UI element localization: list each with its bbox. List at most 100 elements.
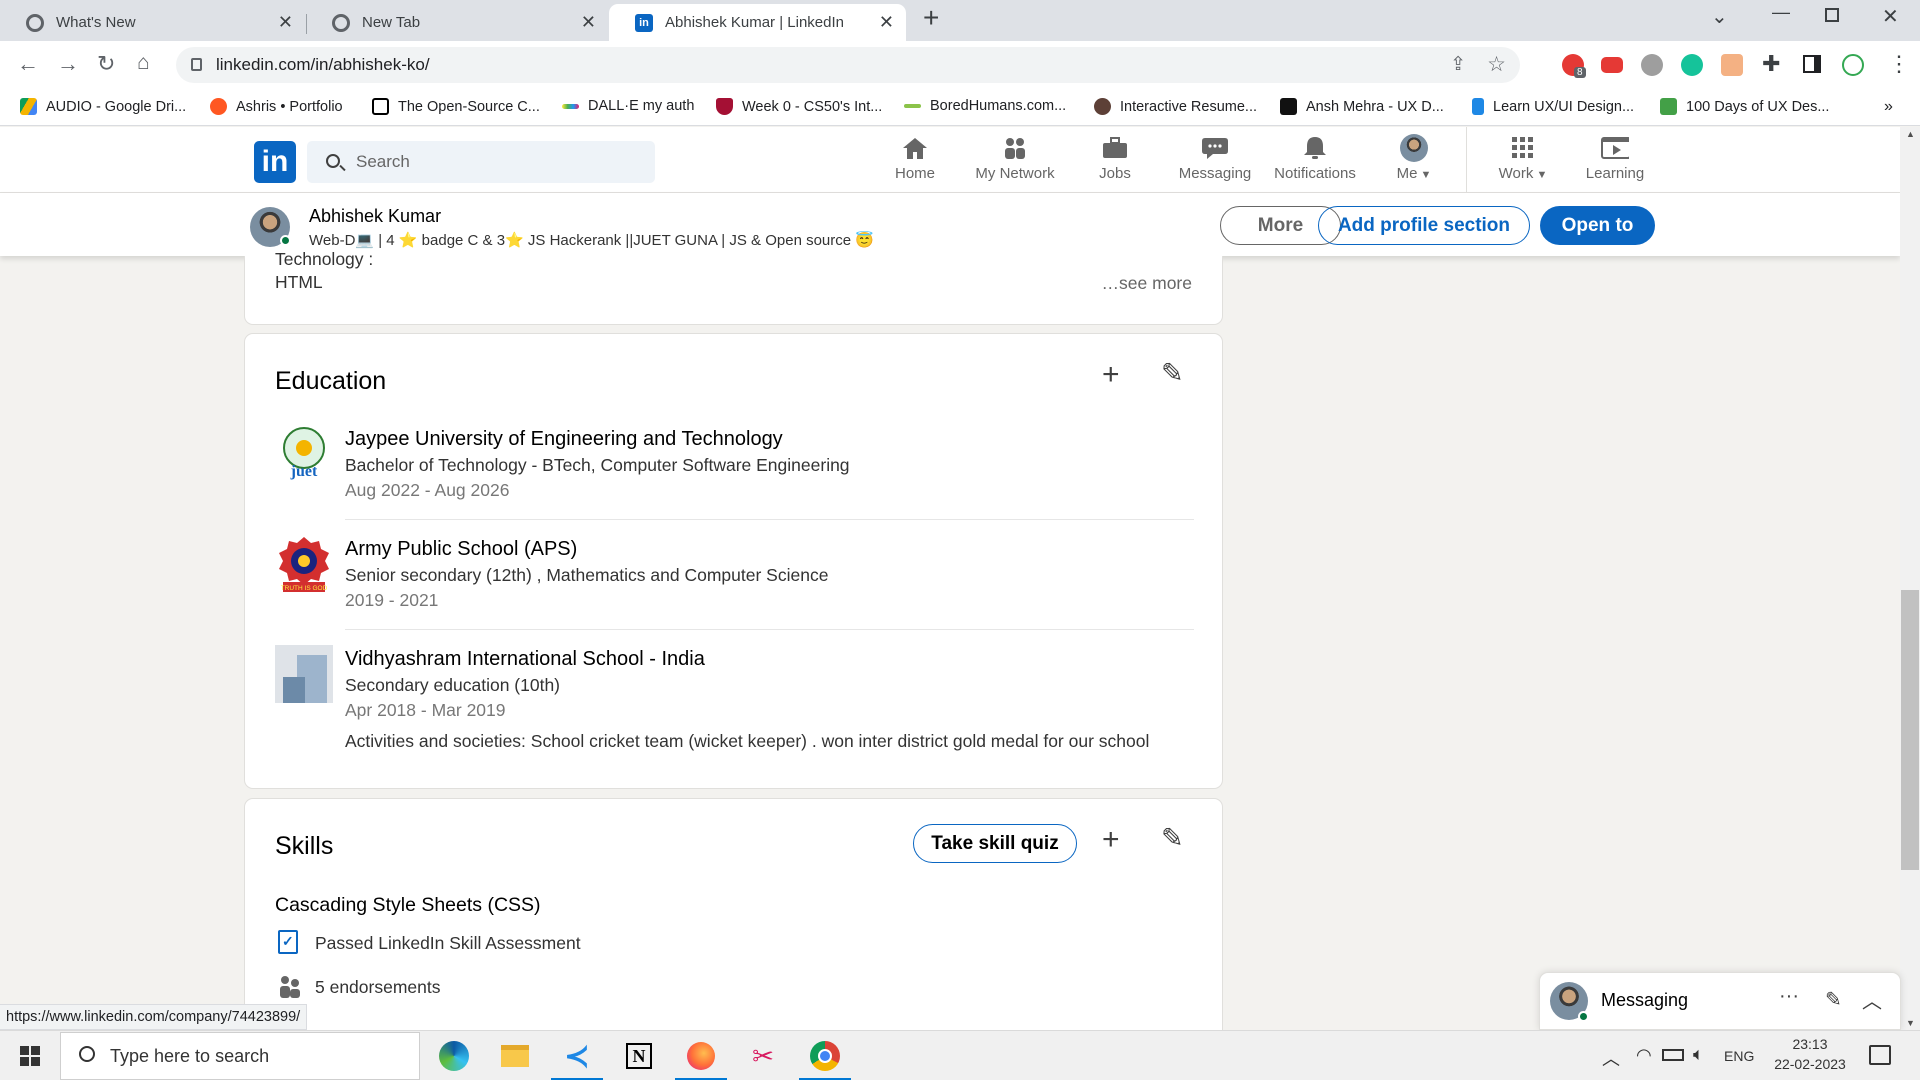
back-arrow-icon[interactable]: ←: [17, 51, 39, 77]
extension-grammarly-icon[interactable]: [1681, 54, 1703, 76]
degree-text: Bachelor of Technology - BTech, Computer…: [345, 455, 850, 475]
forward-arrow-icon[interactable]: →: [57, 51, 79, 77]
tab-new-tab[interactable]: New Tab ✕: [306, 4, 608, 41]
tab-title: New Tab: [362, 14, 421, 31]
bookmark-item[interactable]: Interactive Resume...: [1094, 98, 1257, 115]
extension-bug-icon[interactable]: [1641, 54, 1663, 76]
reload-icon[interactable]: ↻: [97, 51, 115, 77]
edit-pencil-icon[interactable]: ✎: [1161, 823, 1184, 854]
bookmark-item[interactable]: 100 Days of UX Des...: [1660, 98, 1829, 115]
close-window-icon[interactable]: ✕: [1882, 4, 1899, 29]
bookmark-item[interactable]: AUDIO - Google Dri...: [20, 98, 186, 115]
nav-home[interactable]: Home: [865, 135, 965, 182]
clock[interactable]: 23:13 22-02-2023: [1770, 1036, 1850, 1072]
restore-icon[interactable]: [1825, 8, 1839, 22]
close-tab-icon[interactable]: ✕: [879, 12, 894, 33]
bookmark-item[interactable]: Week 0 - CS50's Int...: [716, 98, 882, 115]
chevron-up-icon[interactable]: ︿: [1862, 985, 1882, 1014]
messaging-overlay[interactable]: Messaging ··· ✎ ︿: [1539, 972, 1901, 1030]
bell-icon: [1301, 135, 1329, 161]
extensions-puzzle-icon[interactable]: ✚: [1762, 51, 1780, 77]
windows-start-icon[interactable]: [0, 1031, 60, 1080]
nav-messaging[interactable]: Messaging: [1165, 135, 1265, 182]
tab-whats-new[interactable]: What's New ✕: [0, 4, 305, 41]
nav-me[interactable]: Me ▼: [1364, 134, 1464, 182]
school-name-link[interactable]: Vidhyashram International School - India: [345, 648, 1205, 671]
bookmark-item[interactable]: Ashris • Portfolio: [210, 98, 343, 115]
linkedin-logo[interactable]: in: [254, 141, 296, 183]
scroll-up-arrow-icon[interactable]: ▲: [1906, 129, 1915, 139]
side-panel-icon[interactable]: [1803, 55, 1821, 73]
notifications-center-icon[interactable]: [1869, 1045, 1891, 1065]
nav-notifications[interactable]: Notifications: [1265, 135, 1365, 182]
scrollbar-thumb[interactable]: [1901, 590, 1919, 870]
see-more-link[interactable]: …see more: [1102, 273, 1192, 294]
juet-logo[interactable]: juet: [275, 426, 333, 484]
tab-linkedin[interactable]: in Abhishek Kumar | LinkedIn ✕: [609, 4, 906, 41]
extension-youtube-icon[interactable]: [1601, 57, 1623, 73]
checkmark-icon: [1660, 98, 1677, 115]
edge-icon[interactable]: [424, 1031, 484, 1080]
bookmark-item[interactable]: DALL·E my auth: [562, 98, 694, 114]
play-icon: [1601, 135, 1629, 161]
vscode-icon[interactable]: ≺: [547, 1031, 607, 1080]
school-name-link[interactable]: Jaypee University of Engineering and Tec…: [345, 428, 1205, 451]
aps-logo[interactable]: TRUTH IS GOD: [275, 535, 333, 593]
compose-icon[interactable]: ✎: [1825, 987, 1842, 1012]
add-profile-section-button[interactable]: Add profile section: [1318, 206, 1530, 245]
more-bookmarks-chevron-icon[interactable]: »: [1884, 98, 1893, 116]
more-options-icon[interactable]: ···: [1779, 985, 1799, 1008]
nav-learning[interactable]: Learning: [1565, 135, 1665, 182]
close-tab-icon[interactable]: ✕: [581, 12, 596, 33]
tab-search-chevron-icon[interactable]: ⌄: [1711, 4, 1728, 29]
bookmark-item[interactable]: BoredHumans.com...: [904, 98, 1066, 114]
volume-icon[interactable]: 🔈︎: [1693, 1044, 1704, 1065]
add-education-plus-icon[interactable]: +: [1102, 358, 1120, 392]
section-title: Education: [275, 367, 387, 395]
snipping-tool-icon[interactable]: ✂: [733, 1031, 793, 1080]
home-icon[interactable]: ⌂: [137, 51, 150, 75]
search-input[interactable]: Search: [307, 141, 655, 183]
battery-icon[interactable]: [1662, 1049, 1684, 1061]
phone-icon: [1472, 98, 1484, 115]
nav-work[interactable]: Work ▼: [1473, 135, 1573, 182]
file-explorer-icon[interactable]: [485, 1031, 545, 1080]
bookmark-star-icon[interactable]: ☆: [1487, 52, 1506, 77]
school-placeholder-logo[interactable]: [275, 645, 333, 703]
profile-check-icon[interactable]: [1842, 54, 1864, 76]
education-item: Vidhyashram International School - India…: [345, 648, 1205, 756]
extension-face-icon[interactable]: [1721, 54, 1743, 76]
nav-jobs[interactable]: Jobs: [1065, 135, 1165, 182]
language-indicator[interactable]: ENG: [1724, 1048, 1754, 1064]
notion-icon[interactable]: N: [609, 1031, 669, 1080]
bookmark-item[interactable]: The Open-Source C...: [372, 98, 540, 115]
new-tab-plus-icon[interactable]: +: [923, 2, 939, 34]
edit-pencil-icon[interactable]: ✎: [1161, 358, 1184, 389]
add-skill-plus-icon[interactable]: +: [1102, 823, 1120, 857]
profile-name: Abhishek Kumar: [309, 206, 442, 226]
show-hidden-icons-chevron-icon[interactable]: ︿: [1602, 1045, 1620, 1071]
school-name-link[interactable]: Army Public School (APS): [345, 538, 1205, 561]
sticky-profile-bar: Abhishek Kumar Web-D💻 | 4 ⭐ badge C & 3⭐…: [0, 193, 1900, 256]
open-to-button[interactable]: Open to: [1540, 206, 1655, 245]
minimize-icon[interactable]: —: [1772, 2, 1790, 23]
endorsements-link[interactable]: 5 endorsements: [315, 977, 441, 998]
page-scrollbar[interactable]: ▲ ▼: [1900, 127, 1920, 1030]
address-bar[interactable]: linkedin.com/in/abhishek-ko/ ⇪ ☆: [176, 47, 1520, 83]
scroll-down-arrow-icon[interactable]: ▼: [1906, 1018, 1915, 1028]
chrome-icon[interactable]: [795, 1031, 855, 1080]
degree-text: Senior secondary (12th) , Mathematics an…: [345, 565, 829, 585]
take-skill-quiz-button[interactable]: Take skill quiz: [913, 824, 1077, 863]
close-tab-icon[interactable]: ✕: [278, 12, 293, 33]
bookmark-item[interactable]: Learn UX/UI Design...: [1472, 98, 1634, 115]
nav-my-network[interactable]: My Network: [965, 135, 1065, 182]
boredhumans-icon: [904, 104, 921, 108]
share-icon[interactable]: ⇪: [1450, 53, 1466, 76]
bookmark-item[interactable]: Ansh Mehra - UX D...: [1280, 98, 1444, 115]
taskbar-search-input[interactable]: Type here to search: [60, 1032, 420, 1080]
wifi-icon[interactable]: ◠: [1636, 1045, 1652, 1066]
chrome-menu-icon[interactable]: ⋮: [1888, 51, 1910, 77]
skill-name-link[interactable]: Cascading Style Sheets (CSS): [275, 894, 541, 917]
firefox-icon[interactable]: [671, 1031, 731, 1080]
dalle-icon: [562, 103, 579, 109]
